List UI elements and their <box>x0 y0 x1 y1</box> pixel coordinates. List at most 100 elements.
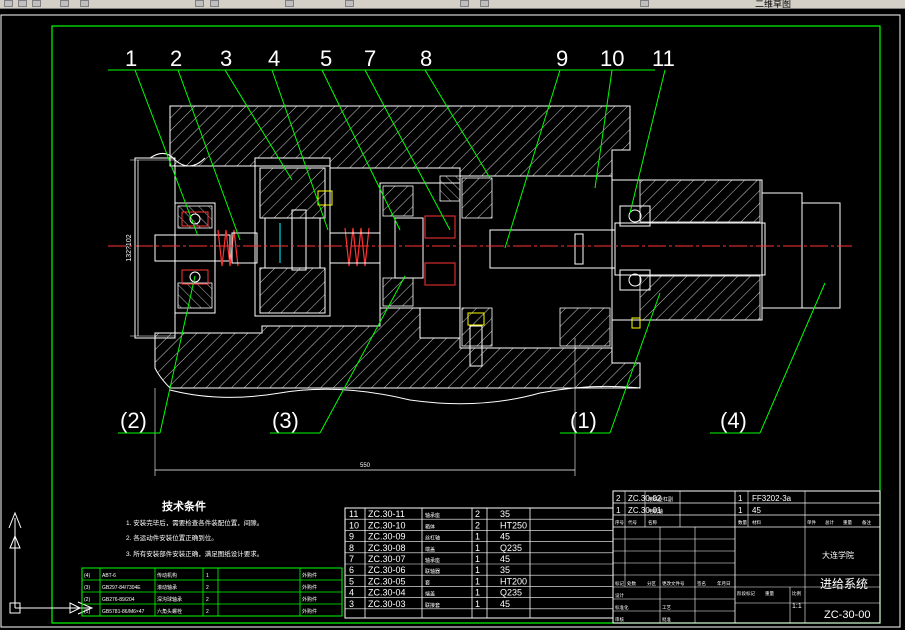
title-block-label-1: 处数 <box>627 580 636 587</box>
bom-cell-3-4: Q235 <box>500 543 522 553</box>
part-label-7: 7 <box>364 46 376 71</box>
bom-cell-6-4: HT200 <box>500 576 527 586</box>
std-part-cell-2-0: (2) <box>84 597 90 603</box>
open-file-icon[interactable] <box>18 0 27 7</box>
title-block-label-2: 分区 <box>647 580 656 587</box>
part-label-10: 10 <box>600 46 624 71</box>
std-part-cell-3-2: 六角头螺栓 <box>157 608 182 615</box>
std-part-cell-1-3: 2 <box>206 585 209 591</box>
pan-icon[interactable] <box>285 0 294 7</box>
bom-cell-2-1: ZC.30-09 <box>368 532 406 542</box>
title-block-label-11: 阶段标记 <box>737 590 755 597</box>
bom-top-cell-0-0: 2 <box>616 494 621 503</box>
bom-cell-5-0: 6 <box>349 565 354 575</box>
bom-cell-8-4: 45 <box>500 599 510 609</box>
bom-cell-7-4: Q235 <box>500 588 522 598</box>
bom-header-1: 代号 <box>628 519 637 526</box>
title-block-label-13: 比例 <box>792 590 801 597</box>
zoom-icon[interactable] <box>345 0 354 7</box>
part-label-4: 4 <box>268 46 280 71</box>
technical-requirements: 技术条件 1. 安装完毕后，需要检查各件装配位置，间隙。 2. 各运动件安装位置… <box>126 499 263 558</box>
new-file-icon[interactable] <box>4 0 13 7</box>
paste-icon[interactable] <box>210 0 219 7</box>
bom-top-cell-0-4: FF3202-3a <box>752 494 792 503</box>
title-block-label-4: 签名 <box>697 580 706 587</box>
properties-icon[interactable] <box>460 0 469 7</box>
std-part-cell-1-2: 滚动轴承 <box>157 584 177 591</box>
redo-icon[interactable] <box>80 0 89 7</box>
layer-icon[interactable] <box>480 0 489 7</box>
undo-icon[interactable] <box>60 0 69 7</box>
bom-cell-2-0: 9 <box>349 532 354 542</box>
std-part-cell-2-2: 深沟球轴承 <box>157 596 182 603</box>
bom-cell-7-2: 端盖 <box>425 591 435 598</box>
ucs-icon <box>8 511 94 615</box>
bom-cell-5-4: 35 <box>500 565 510 575</box>
bom-cell-8-1: ZC.30-03 <box>368 599 406 609</box>
bom-cell-2-2: 丝杠轴 <box>425 535 440 542</box>
title-block-label-0: 标记 <box>615 580 624 587</box>
bom-top-cell-0-2: 滚珠丝杠副 <box>648 496 673 503</box>
std-part-cell-1-5: 外购件 <box>302 584 317 591</box>
bom-table: 11 ZC.30-11 轴承座 2 3510 ZC.30-10 箱体 2 HT2509 ZC.30… <box>344 507 614 619</box>
save-icon[interactable] <box>32 0 41 7</box>
part-label-3: 3 <box>220 46 232 71</box>
title-block-label-5: 年月日 <box>717 580 731 587</box>
std-part-cell-2-3: 2 <box>206 597 209 603</box>
bom-header-2: 名称 <box>648 519 657 526</box>
bom-cell-1-1: ZC.30-10 <box>368 520 406 530</box>
bom-cell-6-1: ZC.30-05 <box>368 576 406 586</box>
bom-cell-3-1: ZC.30-08 <box>368 543 406 553</box>
std-part-cell-0-3: 1 <box>206 573 209 579</box>
cad-drawing-canvas[interactable]: 132?102 550 1 2 3 4 5 7 8 9 10 11 (2) (3… <box>0 8 905 630</box>
tech-req-item-3: 3. 所有安装部件安装正确，满足图纸设计要求。 <box>126 549 263 558</box>
std-part-cell-2-5: 外购件 <box>302 596 317 603</box>
bom-top-cell-1-2: 电机轴 <box>648 508 663 515</box>
drawing-title: 进给系统 <box>820 577 868 591</box>
bom-cell-4-1: ZC.30-07 <box>368 554 406 564</box>
bom-cell-5-1: ZC.30-06 <box>368 565 406 575</box>
copy-icon[interactable] <box>195 0 204 7</box>
housing-top-wall <box>169 105 631 177</box>
part-label-1: 1 <box>125 46 137 71</box>
bom-header-0: 序号 <box>615 519 624 526</box>
bom-cell-8-3: 1 <box>475 599 480 609</box>
bom-cell-5-3: 1 <box>475 565 480 575</box>
title-block-label-9: 工艺 <box>662 605 671 610</box>
std-part-cell-1-0: (3) <box>84 585 90 591</box>
bom-cell-2-3: 1 <box>475 532 480 542</box>
height-dimension: 132?102 <box>126 234 133 261</box>
bom-cell-1-4: HT250 <box>500 520 527 530</box>
school-name: 大连学院 <box>822 550 854 560</box>
section-label-3: (3) <box>272 408 299 433</box>
std-part-cell-0-1: ABT-6 <box>102 573 116 579</box>
std-part-cell-1-1: GB297-84/7304E <box>102 585 141 591</box>
3d-view-icon[interactable] <box>640 0 649 7</box>
bom-header-5: 单件 <box>807 519 816 526</box>
bom-cell-6-2: 套 <box>425 579 430 586</box>
bom-cell-6-3: 1 <box>475 576 480 586</box>
bom-cell-8-2: 联接套 <box>425 602 440 609</box>
bom-cell-4-3: 1 <box>475 554 480 564</box>
bom-cell-4-4: 45 <box>500 554 510 564</box>
tech-req-item-1: 1. 安装完毕后，需要检查各件装配位置，间隙。 <box>126 518 263 527</box>
std-part-cell-0-2: 传动机构 <box>157 572 177 579</box>
title-block: 2 ZC.30-02滚珠丝杠副 1 FF3202-3a1 ZC.30-01电机轴 1 45序… <box>612 490 881 624</box>
bom-cell-2-4: 45 <box>500 532 510 542</box>
bom-cell-7-1: ZC.30-04 <box>368 588 406 598</box>
std-part-cell-3-3: 2 <box>206 609 209 615</box>
bom-top-cell-1-3: 1 <box>738 506 743 515</box>
bom-cell-4-2: 轴承座 <box>425 557 440 564</box>
part-label-5: 5 <box>320 46 332 71</box>
section-label-1: (1) <box>570 408 597 433</box>
bom-header-4: 材料 <box>752 519 761 526</box>
title-block-label-7: 标准化 <box>615 604 629 611</box>
section-label-2: (2) <box>120 408 147 433</box>
tech-req-title: 技术条件 <box>162 499 206 513</box>
part-label-11: 11 <box>652 46 675 71</box>
std-part-cell-2-1: GB276-89/204 <box>102 597 135 603</box>
bom-cell-3-2: 端盖 <box>425 546 435 553</box>
title-block-label-12: 重量 <box>765 590 774 597</box>
title-block-label-8: 审核 <box>615 616 624 623</box>
bom-cell-3-0: 8 <box>349 543 354 553</box>
